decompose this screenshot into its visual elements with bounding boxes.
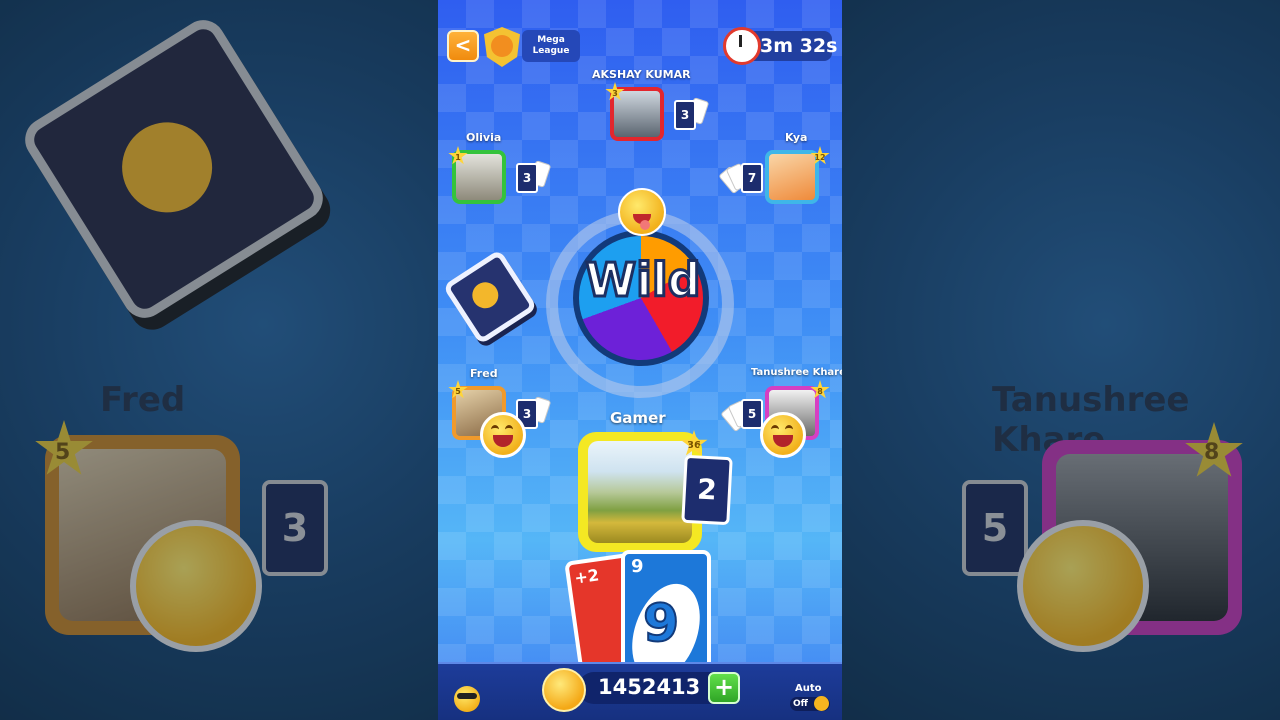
player-name: Kya [785, 131, 808, 144]
back-button[interactable]: < [447, 30, 479, 62]
winking-emoji-icon [618, 188, 666, 236]
card-label: 9 [631, 556, 644, 577]
laughing-emoji-icon [480, 412, 526, 458]
backdrop-overlay [0, 0, 438, 720]
coins-balance: 1452413 [598, 675, 701, 699]
self-name: Gamer [610, 409, 666, 427]
backdrop-right: Tanushree Khare 8 5 [842, 0, 1280, 720]
card-big-number: 9 [642, 593, 680, 655]
crown-emoji-icon [467, 277, 504, 314]
player-name: Fred [470, 367, 498, 380]
add-coins-button[interactable]: + [708, 672, 740, 704]
laughing-emoji-icon [760, 412, 806, 458]
sunglasses-emoji-icon[interactable] [454, 686, 480, 712]
alarm-clock-icon [723, 27, 761, 65]
card-count: 7 [741, 163, 763, 193]
player-avatar[interactable] [765, 150, 819, 204]
player-name: Tanushree Khare [751, 367, 842, 378]
player-name: Olivia [466, 131, 502, 144]
draw-deck[interactable] [442, 249, 538, 345]
self-avatar[interactable] [588, 441, 692, 543]
hand-card-nine[interactable]: 9 9 [621, 550, 711, 680]
coin-icon [542, 668, 586, 712]
card-count: 3 [516, 163, 538, 193]
backdrop-overlay [842, 0, 1280, 720]
game-screen: < Mega League 3m 32s AKSHAY KUMAR 3 3 Oli… [438, 0, 842, 720]
card-count: 3 [674, 100, 696, 130]
auto-state: Off [793, 699, 808, 709]
auto-label: Auto [795, 683, 822, 694]
card-count: 5 [741, 399, 763, 429]
wild-label: Wild [584, 252, 702, 309]
card-label: +2 [573, 565, 601, 588]
backdrop-left: Fred 5 3 [0, 0, 438, 720]
league-label: Mega League [522, 30, 580, 62]
league-line1: Mega [537, 35, 565, 45]
league-badge-icon[interactable] [484, 27, 520, 67]
self-card-count: 2 [681, 454, 733, 526]
league-line2: League [532, 46, 570, 56]
timer-text: 3m 32s [760, 35, 838, 57]
player-name: AKSHAY KUMAR [592, 68, 691, 81]
